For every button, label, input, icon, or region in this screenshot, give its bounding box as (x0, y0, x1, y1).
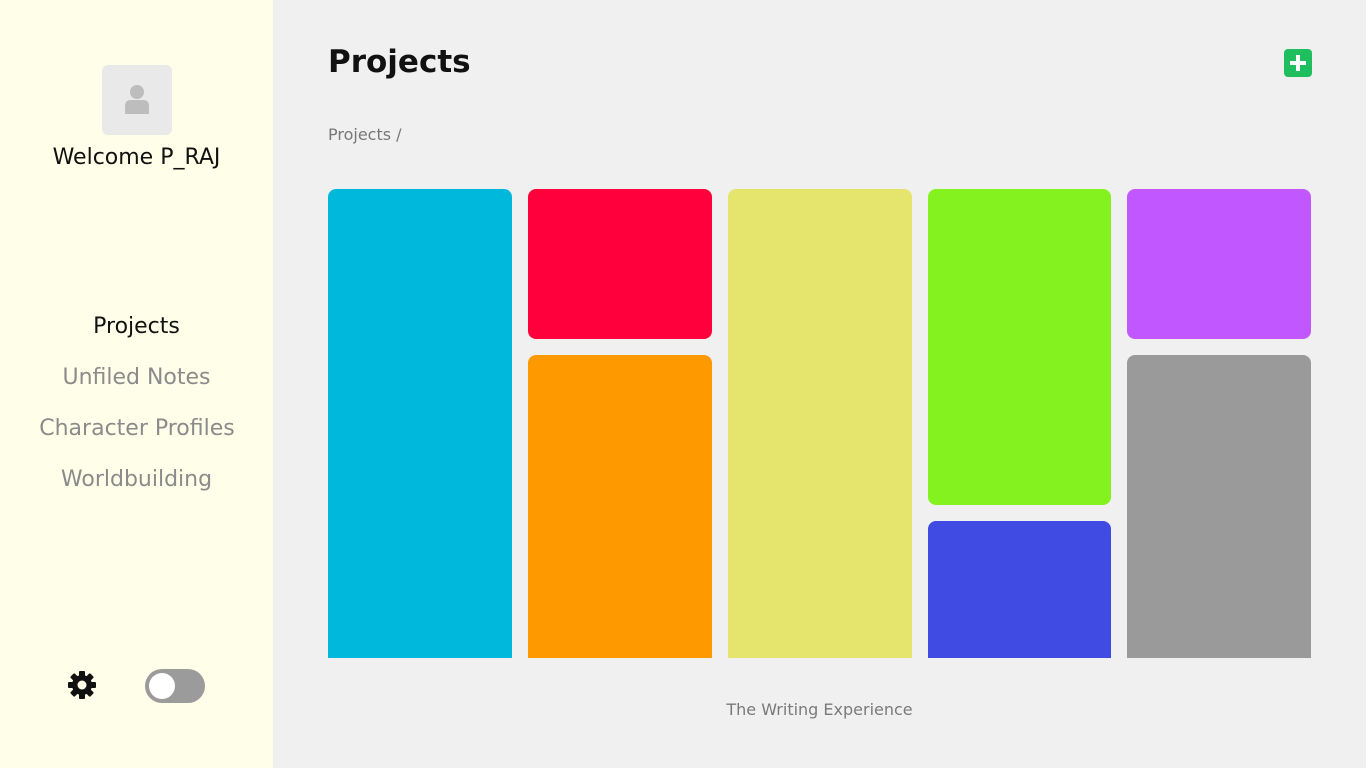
project-card-5[interactable] (928, 189, 1111, 505)
project-card-3[interactable] (528, 355, 712, 658)
project-card-6[interactable] (928, 521, 1111, 658)
avatar[interactable] (102, 65, 172, 135)
sidebar-item-worldbuilding[interactable]: Worldbuilding (0, 465, 273, 494)
footer-text: The Writing Experience (726, 700, 913, 719)
project-card-7[interactable] (1127, 189, 1311, 339)
welcome-text: Welcome P_RAJ (52, 145, 221, 170)
breadcrumb[interactable]: Projects / (328, 125, 402, 144)
project-card-8[interactable] (1127, 355, 1311, 658)
sidebar-nav: Projects Unfiled Notes Character Profile… (0, 312, 273, 516)
toggle-knob (149, 673, 175, 699)
project-card-4[interactable] (728, 189, 912, 658)
sidebar-item-projects[interactable]: Projects (0, 312, 273, 341)
add-project-button[interactable] (1284, 49, 1312, 77)
sidebar-item-character-profiles[interactable]: Character Profiles (37, 414, 237, 443)
page-title: Projects (328, 44, 471, 80)
sidebar-item-unfiled-notes[interactable]: Unfiled Notes (0, 363, 273, 392)
theme-toggle[interactable] (145, 669, 205, 703)
sidebar: Welcome P_RAJ Projects Unfiled Notes Cha… (0, 0, 273, 768)
project-card-1[interactable] (328, 189, 512, 658)
user-icon (125, 85, 149, 114)
gear-icon[interactable] (66, 669, 98, 701)
project-card-2[interactable] (528, 189, 712, 339)
